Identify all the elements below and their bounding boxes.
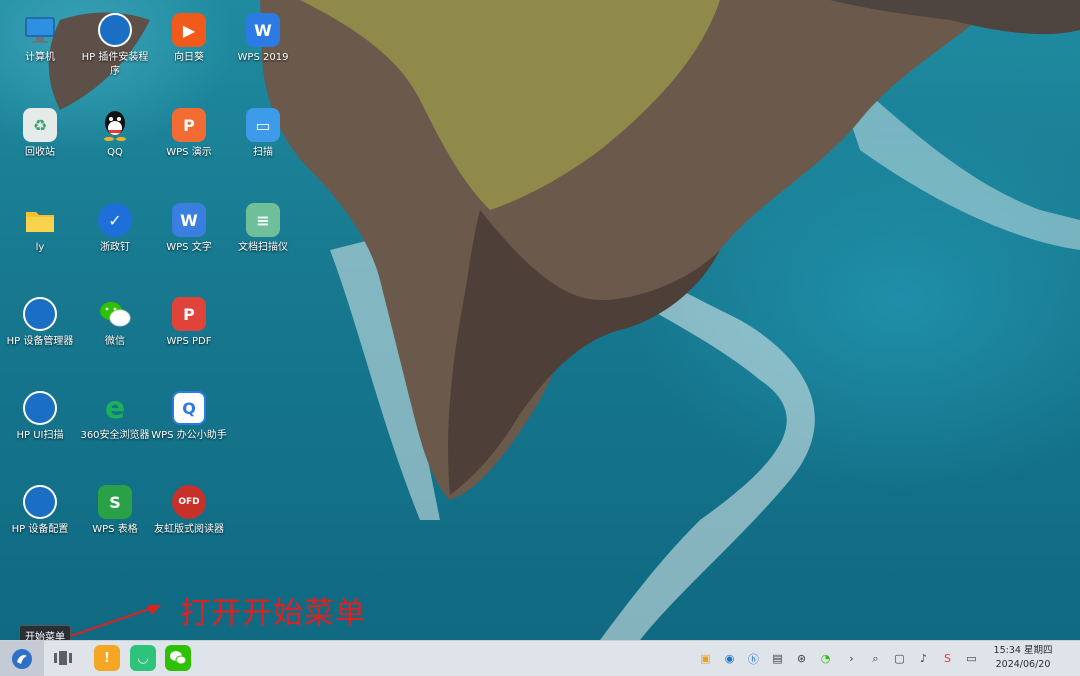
document-scanner-icon: ≡ — [246, 203, 280, 237]
wechat-icon[interactable]: ◔ — [818, 651, 833, 666]
annotation-text: 打开开始菜单 — [180, 596, 366, 631]
ofd-reader-icon: OFD — [172, 485, 206, 519]
desktop-icon-folder[interactable]: ly — [1, 203, 79, 255]
multitask-view-button[interactable] — [50, 645, 76, 671]
desktop-icon-label: 浙政钉 — [100, 242, 130, 253]
file-manager-button[interactable]: ! — [94, 645, 120, 671]
desktop-icon-label: 友虹版式阅读器 — [154, 524, 224, 535]
desktop-icon-label: HP 插件安装程序 — [81, 52, 149, 77]
desktop-icon-label: ly — [35, 242, 45, 253]
desktop-icon-hp[interactable]: HP 插件安装程序 — [76, 13, 154, 79]
desktop-icon-wps-spreadsheet[interactable]: S WPS 表格 — [76, 485, 154, 537]
sunflower-icon: ▶ — [172, 13, 206, 47]
document-icon[interactable]: ▤ — [770, 651, 785, 666]
wechat-icon — [170, 651, 187, 665]
hp-icon — [23, 485, 57, 519]
zhezhengding-icon: ✓ — [98, 203, 132, 237]
desktop-icon-label: WPS PDF — [166, 336, 212, 347]
browser-icon[interactable]: ◉ — [722, 651, 737, 666]
desktop-icon-label: WPS 办公小助手 — [151, 430, 227, 441]
hp-icon[interactable]: ⓗ — [746, 651, 761, 666]
wps-writer-icon: W — [172, 203, 206, 237]
taskbar: ! ◡ ▣ ◉ ⓗ ▤ ⊛ ◔ › ⌕ ▢ ♪ S ▭ 15:34 星期四 2024/06/20 — [0, 640, 1080, 676]
wps-icon: W — [246, 13, 280, 47]
desktop-icon-label: HP 设备管理器 — [6, 336, 74, 347]
computer-icon — [23, 13, 57, 47]
desktop-icon-wps[interactable]: W WPS 2019 — [224, 13, 302, 65]
browser-360-icon: e — [104, 390, 126, 426]
desktop-icon-wps-presentation[interactable]: P WPS 演示 — [150, 108, 228, 160]
network-icon[interactable]: ⊛ — [794, 651, 809, 666]
scan-icon: ▭ — [246, 108, 280, 142]
desktop-icon-label: 计算机 — [25, 52, 55, 63]
wechat-taskbar-button[interactable] — [165, 645, 191, 671]
clock-date: 2024/06/20 — [995, 659, 1051, 670]
app-store-button[interactable]: ◡ — [130, 645, 156, 671]
desktop-icon-wps-writer[interactable]: W WPS 文字 — [150, 203, 228, 255]
expand-icon[interactable]: › — [844, 651, 859, 666]
wps-pdf-icon: P — [172, 297, 206, 331]
desktop-icon-label: WPS 文字 — [166, 242, 212, 253]
desktop-icon-recycle-bin[interactable]: ♻ 回收站 — [1, 108, 79, 160]
folder-icon — [23, 203, 57, 237]
start-menu-button[interactable] — [0, 641, 44, 676]
desktop-icon-label: HP UI扫描 — [16, 430, 64, 441]
multitask-view-icon — [54, 651, 72, 665]
desktop-icon-scan[interactable]: ▭ 扫描 — [224, 108, 302, 160]
notification-icon[interactable]: ▭ — [964, 651, 979, 666]
desktop-icon-label: 360安全浏览器 — [80, 430, 150, 441]
hp-icon — [23, 297, 57, 331]
search-icon[interactable]: ⌕ — [868, 651, 883, 666]
desktop-icon-hp[interactable]: HP 设备配置 — [1, 485, 79, 537]
wechat-icon — [98, 297, 132, 331]
desktop-icon-label: WPS 演示 — [166, 147, 212, 158]
desktop-icon-label: HP 设备配置 — [11, 524, 69, 535]
desktop-icon-computer[interactable]: 计算机 — [1, 13, 79, 65]
file-manager-icon: ! — [104, 650, 110, 666]
hp-icon — [98, 13, 132, 47]
screen-icon[interactable]: ▢ — [892, 651, 907, 666]
clock[interactable]: 15:34 星期四 2024/06/20 — [988, 644, 1058, 672]
qq-icon — [98, 108, 132, 142]
desktop-icon-label: 向日葵 — [174, 52, 204, 63]
recycle-bin-icon: ♻ — [23, 108, 57, 142]
desktop-icon-wps-pdf[interactable]: P WPS PDF — [150, 297, 228, 349]
desktop-icon-label: 文档扫描仪 — [238, 242, 288, 253]
desktop-icon-label: QQ — [107, 147, 123, 158]
desktop-icon-hp[interactable]: HP UI扫描 — [1, 391, 79, 443]
wps-assistant-icon: Q — [172, 391, 206, 425]
sogou-icon[interactable]: S — [940, 651, 955, 666]
desktop-icon-label: WPS 2019 — [237, 52, 289, 63]
desktop-icon-ofd-reader[interactable]: OFD 友虹版式阅读器 — [150, 485, 228, 537]
folder-icon[interactable]: ▣ — [698, 651, 713, 666]
desktop-icon-label: 微信 — [105, 336, 125, 347]
desktop-icon-document-scanner[interactable]: ≡ 文档扫描仪 — [224, 203, 302, 255]
clock-time: 15:34 星期四 — [993, 645, 1053, 656]
volume-icon[interactable]: ♪ — [916, 651, 931, 666]
desktop-icon-label: WPS 表格 — [92, 524, 138, 535]
desktop-icon-browser-360[interactable]: e 360安全浏览器 — [76, 391, 154, 443]
desktop-icon-wechat[interactable]: 微信 — [76, 297, 154, 349]
desktop-icon-qq[interactable]: QQ — [76, 108, 154, 160]
desktop-icon-sunflower[interactable]: ▶ 向日葵 — [150, 13, 228, 65]
wps-spreadsheet-icon: S — [98, 485, 132, 519]
wps-presentation-icon: P — [172, 108, 206, 142]
start-menu-icon — [12, 648, 32, 669]
desktop-icon-label: 扫描 — [253, 147, 273, 158]
desktop-icon-zhezhengding[interactable]: ✓ 浙政钉 — [76, 203, 154, 255]
desktop-icon-hp[interactable]: HP 设备管理器 — [1, 297, 79, 349]
app-store-icon: ◡ — [138, 650, 148, 666]
desktop-icon-label: 回收站 — [25, 147, 55, 158]
hp-icon — [23, 391, 57, 425]
desktop-icon-wps-assistant[interactable]: Q WPS 办公小助手 — [150, 391, 228, 443]
